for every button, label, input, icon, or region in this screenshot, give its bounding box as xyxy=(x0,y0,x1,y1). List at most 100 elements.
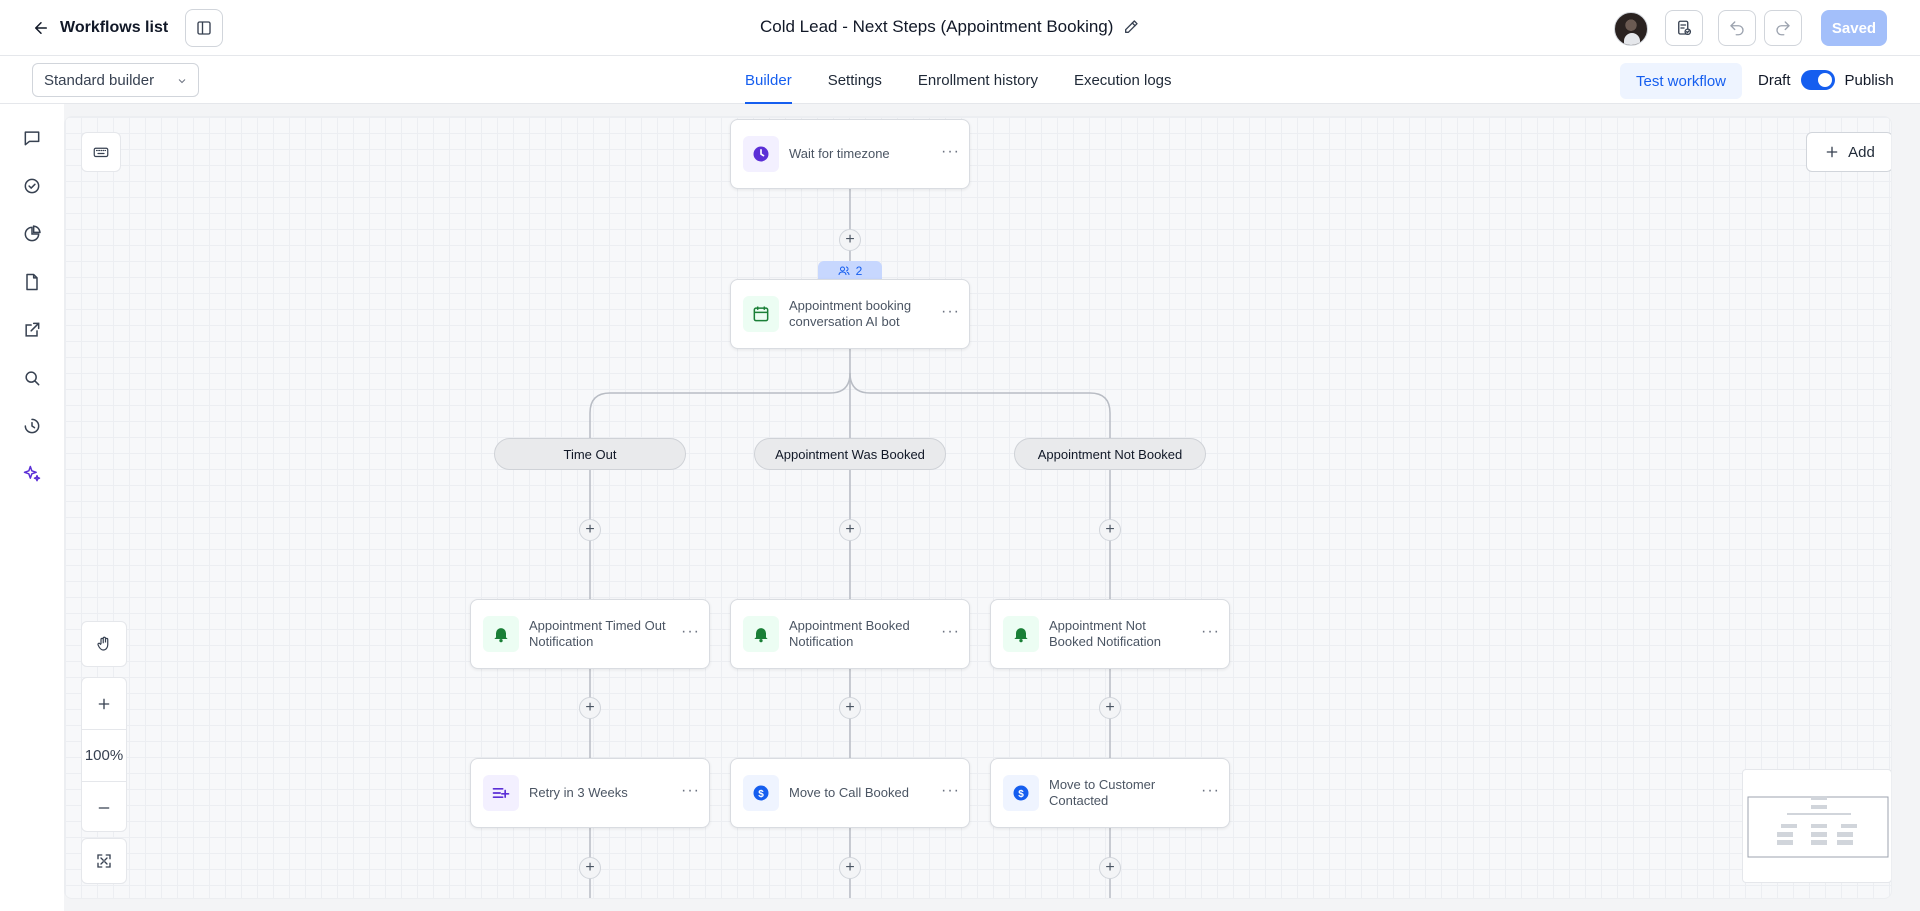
saved-button[interactable]: Saved xyxy=(1821,10,1887,46)
node-icon-bg xyxy=(1003,616,1039,652)
redo-button[interactable] xyxy=(1764,10,1802,46)
add-step-plus[interactable]: + xyxy=(839,857,861,879)
enrolled-contacts-badge[interactable]: 2 xyxy=(818,261,882,281)
node-label: Move to Customer Contacted xyxy=(1049,777,1156,808)
more-options-icon[interactable]: ··· xyxy=(941,144,959,163)
test-workflow-button[interactable]: Test workflow xyxy=(1620,63,1742,99)
rail-tasks[interactable] xyxy=(20,174,44,198)
check-circle-icon xyxy=(24,178,40,194)
node-label: Retry in 3 Weeks xyxy=(529,785,628,800)
rail-documents[interactable] xyxy=(20,270,44,294)
builder-toolbar: Standard builder Builder Settings Enroll… xyxy=(0,56,1920,104)
builder-mode-value: Standard builder xyxy=(44,71,155,89)
node-label: Move to Call Booked xyxy=(789,785,909,800)
list-add-icon xyxy=(492,788,510,798)
add-step-plus[interactable]: + xyxy=(839,697,861,719)
more-options-icon[interactable]: ··· xyxy=(1201,783,1219,802)
add-step-plus[interactable]: + xyxy=(579,519,601,541)
users-icon xyxy=(838,266,850,276)
publish-toggle[interactable] xyxy=(1800,70,1835,90)
move-to-customer-contacted-node[interactable]: $ Move to Customer Contacted ··· xyxy=(990,758,1230,828)
svg-text:$: $ xyxy=(1018,789,1024,800)
top-header: Workflows list Cold Lead - Next Steps (A… xyxy=(0,0,1920,56)
sidebar-panel-icon xyxy=(197,21,211,35)
pie-chart-icon xyxy=(24,225,41,242)
add-step-plus[interactable]: + xyxy=(839,519,861,541)
bell-icon xyxy=(494,628,508,643)
left-icon-rail xyxy=(0,104,64,911)
user-avatar[interactable] xyxy=(1614,12,1648,46)
more-options-icon[interactable]: ··· xyxy=(941,783,959,802)
dollar-icon: $ xyxy=(753,785,769,801)
retry-in-3-weeks-node[interactable]: Retry in 3 Weeks ··· xyxy=(470,758,710,828)
rail-analytics[interactable] xyxy=(20,222,44,246)
tab-execution-logs[interactable]: Execution logs xyxy=(1074,56,1172,104)
rail-external[interactable] xyxy=(20,318,44,342)
review-button[interactable] xyxy=(1665,10,1703,46)
add-step-plus[interactable]: + xyxy=(579,857,601,879)
add-step-plus[interactable]: + xyxy=(839,229,861,251)
tab-enrollment-history[interactable]: Enrollment history xyxy=(918,56,1038,104)
clock-icon xyxy=(753,146,769,162)
workflow-title[interactable]: Cold Lead - Next Steps (Appointment Book… xyxy=(760,17,1139,37)
branch-appointment-booked[interactable]: Appointment Was Booked xyxy=(754,438,946,470)
node-label: Wait for timezone xyxy=(789,146,890,161)
workflow-title-text: Cold Lead - Next Steps (Appointment Book… xyxy=(760,17,1114,36)
builder-mode-select[interactable]: Standard builder xyxy=(32,63,199,97)
hand-icon xyxy=(97,636,109,651)
node-icon-bg xyxy=(743,296,779,332)
rail-ai-assistant[interactable] xyxy=(20,462,44,486)
dollar-icon: $ xyxy=(1013,785,1029,801)
branch-time-out[interactable]: Time Out xyxy=(494,438,686,470)
minus-icon xyxy=(98,806,110,809)
wait-for-timezone-node[interactable]: Wait for timezone ··· xyxy=(730,119,970,189)
timed-out-notification-node[interactable]: Appointment Timed Out Notification ··· xyxy=(470,599,710,669)
zoom-out-button[interactable] xyxy=(82,782,126,833)
external-link-icon xyxy=(25,322,40,337)
node-label: Appointment booking conversation AI bot xyxy=(789,298,912,329)
pencil-edit-icon[interactable] xyxy=(1123,19,1139,35)
node-label: Appointment Not Booked Notification xyxy=(1049,618,1162,649)
add-label: Add xyxy=(1848,143,1875,161)
not-booked-notification-node[interactable]: Appointment Not Booked Notification ··· xyxy=(990,599,1230,669)
more-options-icon[interactable]: ··· xyxy=(941,304,959,323)
sparkle-icon xyxy=(23,465,41,482)
zoom-in-button[interactable] xyxy=(82,678,126,729)
more-options-icon[interactable]: ··· xyxy=(681,624,699,643)
booked-notification-node[interactable]: Appointment Booked Notification ··· xyxy=(730,599,970,669)
keyboard-shortcuts-button[interactable] xyxy=(81,132,121,172)
add-node-button[interactable]: Add xyxy=(1806,132,1891,172)
canvas-minimap[interactable] xyxy=(1742,769,1891,883)
rail-history[interactable] xyxy=(20,414,44,438)
node-icon-bg xyxy=(743,616,779,652)
arrow-left-icon xyxy=(35,22,47,34)
more-options-icon[interactable]: ··· xyxy=(941,624,959,643)
branch-appointment-not-booked[interactable]: Appointment Not Booked xyxy=(1014,438,1206,470)
document-icon xyxy=(26,273,38,291)
fit-view-button[interactable] xyxy=(81,838,127,884)
appointment-ai-bot-node[interactable]: Appointment booking conversation AI bot … xyxy=(730,279,970,349)
redo-icon xyxy=(1776,21,1790,36)
calendar-icon xyxy=(753,306,769,322)
more-options-icon[interactable]: ··· xyxy=(681,783,699,802)
tab-settings[interactable]: Settings xyxy=(828,56,882,104)
add-step-plus[interactable]: + xyxy=(1099,697,1121,719)
rail-chat[interactable] xyxy=(20,126,44,150)
undo-button[interactable] xyxy=(1718,10,1756,46)
sidebar-toggle-button[interactable] xyxy=(185,9,223,47)
zoom-level: 100% xyxy=(84,747,124,764)
move-to-call-booked-node[interactable]: $ Move to Call Booked ··· xyxy=(730,758,970,828)
rail-search[interactable] xyxy=(20,366,44,390)
node-label: Appointment Booked Notification xyxy=(789,618,910,649)
flow-connectors xyxy=(589,189,1111,898)
tab-builder[interactable]: Builder xyxy=(745,56,792,104)
node-icon-bg xyxy=(743,136,779,172)
svg-text:$: $ xyxy=(758,789,764,800)
workflow-canvas[interactable]: Add Wait for timezone ··· + 2 Appointmen… xyxy=(64,116,1892,899)
back-to-workflows-link[interactable]: Workflows list xyxy=(32,14,168,42)
more-options-icon[interactable]: ··· xyxy=(1201,624,1219,643)
add-step-plus[interactable]: + xyxy=(1099,519,1121,541)
add-step-plus[interactable]: + xyxy=(579,697,601,719)
pan-mode-button[interactable] xyxy=(81,621,127,667)
add-step-plus[interactable]: + xyxy=(1099,857,1121,879)
